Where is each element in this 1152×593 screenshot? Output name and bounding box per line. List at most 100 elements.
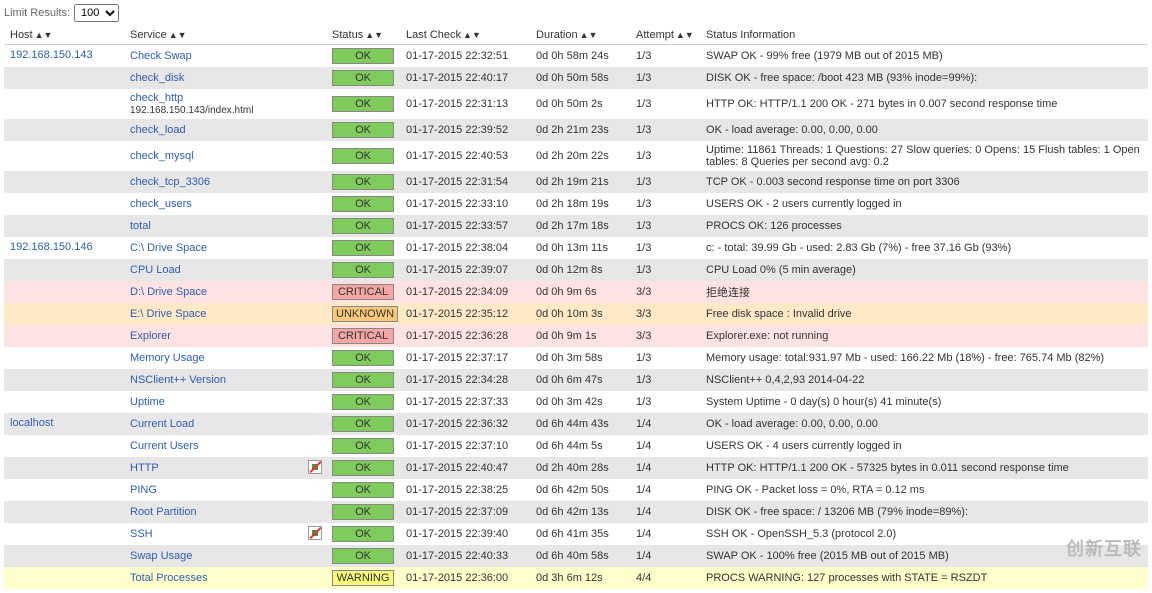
table-row: ExplorerCRITICAL01-17-2015 22:36:280d 0h… xyxy=(4,325,1148,347)
status-info-cell: DISK OK - free space: / 13206 MB (79% in… xyxy=(700,501,1148,523)
status-badge: OK xyxy=(332,350,394,366)
service-link[interactable]: Total Processes xyxy=(130,572,208,584)
col-status[interactable]: Status▲▼ xyxy=(326,26,400,45)
service-link[interactable]: check_mysql xyxy=(130,150,194,162)
sort-icon[interactable]: ▲▼ xyxy=(580,30,598,40)
sort-icon[interactable]: ▲▼ xyxy=(676,30,694,40)
service-link[interactable]: NSClient++ Version xyxy=(130,374,226,386)
service-link[interactable]: total xyxy=(130,220,151,232)
icon-cell xyxy=(304,237,326,259)
service-link[interactable]: check_http xyxy=(130,92,183,104)
duration-cell: 0d 2h 19m 21s xyxy=(530,171,630,193)
host-link[interactable]: 192.168.150.146 xyxy=(10,241,93,253)
host-cell xyxy=(4,325,124,347)
status-cell: OK xyxy=(326,67,400,89)
host-cell xyxy=(4,523,124,545)
service-link[interactable]: HTTP xyxy=(130,462,159,474)
service-link[interactable]: SSH xyxy=(130,528,153,540)
icon-cell xyxy=(304,141,326,171)
service-link[interactable]: Check Swap xyxy=(130,50,192,62)
status-badge: OK xyxy=(332,372,394,388)
status-info-cell: PROCS OK: 126 processes xyxy=(700,215,1148,237)
sort-icon[interactable]: ▲▼ xyxy=(463,30,481,40)
service-link[interactable]: check_disk xyxy=(130,72,184,84)
service-link[interactable]: D:\ Drive Space xyxy=(130,286,207,298)
duration-cell: 0d 2h 20m 22s xyxy=(530,141,630,171)
attempt-cell: 1/4 xyxy=(630,479,700,501)
service-link[interactable]: Uptime xyxy=(130,396,165,408)
status-badge: OK xyxy=(332,416,394,432)
limit-results-select[interactable]: 100 xyxy=(74,4,119,22)
service-link[interactable]: check_load xyxy=(130,124,186,136)
sort-icon[interactable]: ▲▼ xyxy=(365,30,383,40)
service-link[interactable]: Current Users xyxy=(130,440,198,452)
host-cell: 192.168.150.143 xyxy=(4,45,124,68)
duration-cell: 0d 6h 42m 13s xyxy=(530,501,630,523)
service-link[interactable]: Swap Usage xyxy=(130,550,192,562)
notifications-disabled-icon[interactable] xyxy=(308,460,322,474)
service-link[interactable]: Memory Usage xyxy=(130,352,205,364)
icon-cell xyxy=(304,215,326,237)
status-badge: OK xyxy=(332,438,394,454)
last-check-cell: 01-17-2015 22:40:53 xyxy=(400,141,530,171)
status-cell: OK xyxy=(326,141,400,171)
service-link[interactable]: check_tcp_3306 xyxy=(130,176,210,188)
table-row: SSHOK01-17-2015 22:39:400d 6h 41m 35s1/4… xyxy=(4,523,1148,545)
status-badge: OK xyxy=(332,548,394,564)
host-cell xyxy=(4,369,124,391)
duration-cell: 0d 3h 6m 12s xyxy=(530,567,630,589)
duration-cell: 0d 0h 58m 24s xyxy=(530,45,630,68)
notifications-disabled-icon[interactable] xyxy=(308,526,322,540)
last-check-cell: 01-17-2015 22:31:13 xyxy=(400,89,530,119)
status-cell: OK xyxy=(326,545,400,567)
sort-icon[interactable]: ▲▼ xyxy=(35,30,53,40)
table-row: D:\ Drive SpaceCRITICAL01-17-2015 22:34:… xyxy=(4,281,1148,303)
host-link[interactable]: localhost xyxy=(10,417,53,429)
status-cell: OK xyxy=(326,89,400,119)
status-cell: OK xyxy=(326,237,400,259)
icon-cell xyxy=(304,325,326,347)
service-cell: NSClient++ Version xyxy=(124,369,304,391)
table-row: check_loadOK01-17-2015 22:39:520d 2h 21m… xyxy=(4,119,1148,141)
host-cell: 192.168.150.146 xyxy=(4,237,124,259)
icon-cell xyxy=(304,89,326,119)
status-badge: OK xyxy=(332,196,394,212)
duration-cell: 0d 0h 13m 11s xyxy=(530,237,630,259)
col-duration[interactable]: Duration▲▼ xyxy=(530,26,630,45)
attempt-cell: 4/4 xyxy=(630,567,700,589)
service-link[interactable]: Explorer xyxy=(130,330,171,342)
host-cell xyxy=(4,281,124,303)
duration-cell: 0d 0h 3m 42s xyxy=(530,391,630,413)
duration-cell: 0d 0h 9m 1s xyxy=(530,325,630,347)
duration-cell: 0d 6h 41m 35s xyxy=(530,523,630,545)
service-link[interactable]: E:\ Drive Space xyxy=(130,308,206,320)
service-link[interactable]: check_users xyxy=(130,198,192,210)
table-row: check_diskOK01-17-2015 22:40:170d 0h 50m… xyxy=(4,67,1148,89)
last-check-cell: 01-17-2015 22:37:10 xyxy=(400,435,530,457)
col-service[interactable]: Service▲▼ xyxy=(124,26,326,45)
table-row: NSClient++ VersionOK01-17-2015 22:34:280… xyxy=(4,369,1148,391)
service-link[interactable]: Current Load xyxy=(130,418,194,430)
duration-cell: 0d 0h 9m 6s xyxy=(530,281,630,303)
service-link[interactable]: Root Partition xyxy=(130,506,197,518)
col-last-check[interactable]: Last Check▲▼ xyxy=(400,26,530,45)
sort-icon[interactable]: ▲▼ xyxy=(169,30,187,40)
service-link[interactable]: PING xyxy=(130,484,157,496)
status-badge: OK xyxy=(332,526,394,542)
col-attempt[interactable]: Attempt▲▼ xyxy=(630,26,700,45)
status-info-cell: Free disk space : Invalid drive xyxy=(700,303,1148,325)
service-link[interactable]: CPU Load xyxy=(130,264,181,276)
attempt-cell: 1/3 xyxy=(630,171,700,193)
col-host[interactable]: Host▲▼ xyxy=(4,26,124,45)
status-cell: OK xyxy=(326,501,400,523)
host-cell xyxy=(4,435,124,457)
table-row: Root PartitionOK01-17-2015 22:37:090d 6h… xyxy=(4,501,1148,523)
status-info-cell: NSClient++ 0,4,2,93 2014-04-22 xyxy=(700,369,1148,391)
service-cell: CPU Load xyxy=(124,259,304,281)
icon-cell xyxy=(304,479,326,501)
service-cell: HTTP xyxy=(124,457,304,479)
status-badge: OK xyxy=(332,96,394,112)
host-link[interactable]: 192.168.150.143 xyxy=(10,49,93,61)
status-info-cell: Uptime: 11861 Threads: 1 Questions: 27 S… xyxy=(700,141,1148,171)
service-link[interactable]: C:\ Drive Space xyxy=(130,242,207,254)
